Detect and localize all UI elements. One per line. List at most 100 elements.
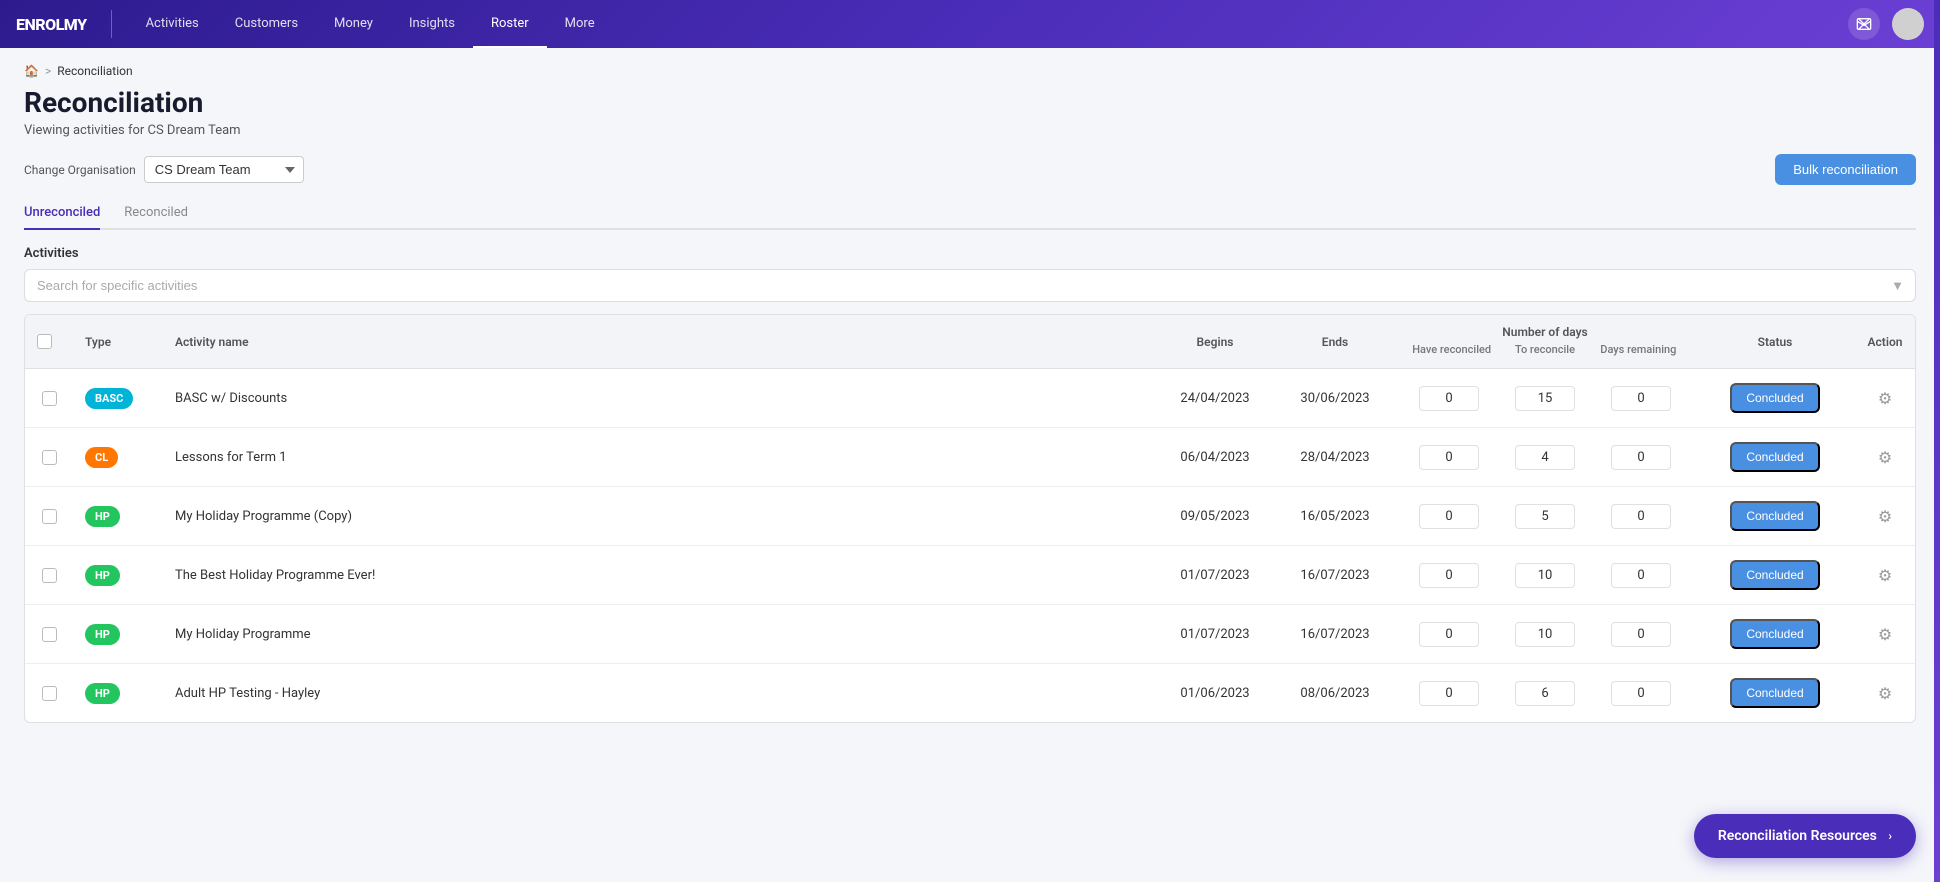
activities-table: Type Activity name Begins Ends Number of… <box>24 314 1916 723</box>
bulk-reconciliation-button[interactable]: Bulk reconciliation <box>1775 154 1916 185</box>
row-have-reconciled-group-0: 0 <box>1403 386 1495 411</box>
row-days-remaining-group-3: 0 <box>1595 563 1687 588</box>
row-days-cell: 0 15 0 <box>1395 369 1695 428</box>
col-header-activity-name: Activity name <box>163 315 1155 369</box>
nav-more[interactable]: More <box>547 0 613 48</box>
row-action-gear-0[interactable]: ⚙ <box>1878 389 1892 408</box>
row-action-cell: ⚙ <box>1855 664 1915 723</box>
days-sub-to: To reconcile <box>1500 343 1589 358</box>
row-checkbox-5[interactable] <box>42 686 57 701</box>
row-days-cell: 0 4 0 <box>1395 428 1695 487</box>
page-subtitle: Viewing activities for CS Dream Team <box>24 123 1916 138</box>
row-have-reconciled-4: 0 <box>1419 622 1479 647</box>
row-ends-1: 28/04/2023 <box>1275 436 1395 479</box>
row-action-gear-5[interactable]: ⚙ <box>1878 684 1892 703</box>
row-checkbox-0[interactable] <box>42 391 57 406</box>
nav-customers[interactable]: Customers <box>217 0 316 48</box>
row-to-reconcile-4: 10 <box>1515 622 1575 647</box>
col-header-begins: Begins <box>1155 315 1275 369</box>
nav-divider <box>111 10 112 38</box>
user-avatar[interactable] <box>1892 8 1924 40</box>
nav-roster[interactable]: Roster <box>473 0 547 48</box>
row-begins-1: 06/04/2023 <box>1155 436 1275 479</box>
row-status-btn-2[interactable]: Concluded <box>1730 501 1819 531</box>
org-select[interactable]: CS Dream Team <box>144 156 304 183</box>
row-status-cell: Concluded <box>1695 428 1855 487</box>
row-status-cell: Concluded <box>1695 664 1855 723</box>
nav-activities[interactable]: Activities <box>128 0 217 48</box>
tab-unreconciled[interactable]: Unreconciled <box>24 197 100 230</box>
row-have-reconciled-1: 0 <box>1419 445 1479 470</box>
type-badge-2: HP <box>85 506 120 527</box>
breadcrumb-home[interactable]: 🏠 <box>24 64 39 78</box>
app-logo[interactable]: ENROLMY <box>16 15 87 34</box>
row-days-cell: 0 10 0 <box>1395 605 1695 664</box>
row-action-gear-1[interactable]: ⚙ <box>1878 448 1892 467</box>
row-ends-cell: 08/06/2023 <box>1275 664 1395 723</box>
row-checkbox-2[interactable] <box>42 509 57 524</box>
row-status-cell: Concluded <box>1695 487 1855 546</box>
table-row: CL Lessons for Term 1 06/04/2023 28/04/2… <box>25 428 1915 487</box>
search-bar-wrap: ▼ <box>24 269 1916 302</box>
row-begins-cell: 06/04/2023 <box>1155 428 1275 487</box>
row-have-reconciled-group-1: 0 <box>1403 445 1495 470</box>
col-header-type: Type <box>73 315 163 369</box>
floating-btn-arrow: › <box>1888 829 1892 843</box>
row-begins-5: 01/06/2023 <box>1155 672 1275 715</box>
row-have-reconciled-group-2: 0 <box>1403 504 1495 529</box>
row-status-cell: Concluded <box>1695 546 1855 605</box>
row-begins-2: 09/05/2023 <box>1155 495 1275 538</box>
row-ends-cell: 16/07/2023 <box>1275 605 1395 664</box>
row-to-reconcile-group-4: 10 <box>1499 622 1591 647</box>
top-navigation: ENROLMY Activities Customers Money Insig… <box>0 0 1940 48</box>
row-action-gear-4[interactable]: ⚙ <box>1878 625 1892 644</box>
nav-insights[interactable]: Insights <box>391 0 473 48</box>
row-to-reconcile-0: 15 <box>1515 386 1575 411</box>
row-to-reconcile-group-0: 15 <box>1499 386 1591 411</box>
row-action-gear-2[interactable]: ⚙ <box>1878 507 1892 526</box>
row-name-cell: My Holiday Programme (Copy) <box>163 487 1155 546</box>
search-input[interactable] <box>24 269 1916 302</box>
row-ends-2: 16/05/2023 <box>1275 495 1395 538</box>
row-days-group-2: 0 5 0 <box>1399 496 1691 537</box>
col-header-select <box>25 315 73 369</box>
table-row: HP My Holiday Programme (Copy) 09/05/202… <box>25 487 1915 546</box>
reconciliation-resources-button[interactable]: Reconciliation Resources › <box>1694 814 1916 858</box>
select-all-checkbox[interactable] <box>37 334 52 349</box>
row-checkbox-3[interactable] <box>42 568 57 583</box>
row-begins-cell: 01/07/2023 <box>1155 605 1275 664</box>
tab-reconciled[interactable]: Reconciled <box>124 197 188 230</box>
row-to-reconcile-5: 6 <box>1515 681 1575 706</box>
row-ends-5: 08/06/2023 <box>1275 672 1395 715</box>
nav-money[interactable]: Money <box>316 0 391 48</box>
row-checkbox-1[interactable] <box>42 450 57 465</box>
row-begins-cell: 24/04/2023 <box>1155 369 1275 428</box>
row-status-btn-0[interactable]: Concluded <box>1730 383 1819 413</box>
row-have-reconciled-5: 0 <box>1419 681 1479 706</box>
row-status-btn-5[interactable]: Concluded <box>1730 678 1819 708</box>
row-to-reconcile-group-5: 6 <box>1499 681 1591 706</box>
controls-row: Change Organisation CS Dream Team Bulk r… <box>24 154 1916 185</box>
row-checkbox-4[interactable] <box>42 627 57 642</box>
row-name-cell: My Holiday Programme <box>163 605 1155 664</box>
row-name-cell: Lessons for Term 1 <box>163 428 1155 487</box>
row-days-remaining-2: 0 <box>1611 504 1671 529</box>
row-to-reconcile-group-3: 10 <box>1499 563 1591 588</box>
row-status-btn-4[interactable]: Concluded <box>1730 619 1819 649</box>
row-activity-name-5: Adult HP Testing - Hayley <box>163 672 1155 715</box>
row-activity-name-4: My Holiday Programme <box>163 613 1155 656</box>
row-name-cell: BASC w/ Discounts <box>163 369 1155 428</box>
row-status-btn-1[interactable]: Concluded <box>1730 442 1819 472</box>
row-status-btn-3[interactable]: Concluded <box>1730 560 1819 590</box>
type-badge-4: HP <box>85 624 120 645</box>
row-days-group-4: 0 10 0 <box>1399 614 1691 655</box>
row-type-cell: HP <box>73 664 163 723</box>
row-days-cell: 0 10 0 <box>1395 546 1695 605</box>
notification-icon[interactable] <box>1848 8 1880 40</box>
table-row: HP Adult HP Testing - Hayley 01/06/2023 … <box>25 664 1915 723</box>
row-action-gear-3[interactable]: ⚙ <box>1878 566 1892 585</box>
row-action-cell: ⚙ <box>1855 546 1915 605</box>
breadcrumb-current: Reconciliation <box>57 64 132 78</box>
row-ends-cell: 28/04/2023 <box>1275 428 1395 487</box>
breadcrumb: 🏠 > Reconciliation <box>24 64 1916 78</box>
